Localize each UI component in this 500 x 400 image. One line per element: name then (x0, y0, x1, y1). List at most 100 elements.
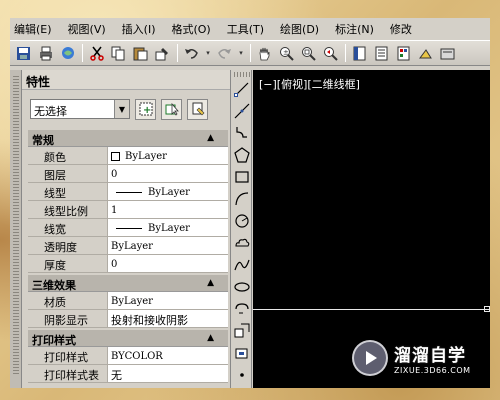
menu-dimension[interactable]: 标注(N) (335, 21, 374, 37)
menubar: 编辑(E) 视图(V) 插入(I) 格式(O) 工具(T) 绘图(D) 标注(N… (10, 20, 490, 38)
redo-icon[interactable] (215, 44, 234, 63)
prop-value[interactable]: 无 (108, 365, 228, 382)
design-center-icon[interactable] (372, 44, 391, 63)
prop-row-layer[interactable]: 图层 0 (28, 165, 228, 183)
toolbar-separator (177, 44, 178, 62)
prop-value[interactable]: ByLayer (108, 183, 228, 200)
prop-name: 材质 (28, 292, 108, 309)
polyline-icon[interactable] (233, 124, 251, 142)
collapse-icon[interactable]: ▲ (207, 333, 214, 343)
rectangle-icon[interactable] (233, 168, 251, 186)
prop-name: 厚度 (28, 255, 108, 272)
properties-palette: 特性 无选择 ▼ + 常规 ▲ 颜色 ByLayer 图层 0 线型 ByLay… (22, 70, 230, 388)
section-title: 三维效果 (32, 279, 76, 292)
prop-row-plot-style[interactable]: 打印样式 BYCOLOR (28, 347, 228, 365)
undo-dropdown-icon[interactable]: ▾ (204, 44, 212, 63)
cut-icon[interactable] (87, 44, 106, 63)
ellipse-icon[interactable] (233, 278, 251, 296)
menu-tools[interactable]: 工具(T) (227, 21, 264, 37)
viewport-controls-label[interactable]: [−][俯视][二维线框] (259, 76, 360, 92)
prop-name: 线型 (28, 183, 108, 200)
menu-view[interactable]: 视图(V) (68, 21, 106, 37)
selection-row: 无选择 ▼ + (30, 98, 208, 120)
zoom-window-icon[interactable] (299, 44, 318, 63)
point-icon[interactable] (233, 366, 251, 384)
sheet-set-icon[interactable] (416, 44, 435, 63)
menu-modify[interactable]: 修改 (390, 21, 412, 37)
prop-value[interactable]: 0 (108, 255, 228, 272)
prop-value-text: ByLayer (148, 223, 190, 234)
circle-icon[interactable] (233, 212, 251, 230)
prop-value[interactable]: 投射和接收阴影 (108, 310, 228, 327)
prop-value-text: ByLayer (148, 187, 190, 198)
prop-row-color[interactable]: 颜色 ByLayer (28, 147, 228, 165)
section-general[interactable]: 常规 ▲ (28, 130, 228, 147)
prop-value[interactable]: 1 (108, 201, 228, 218)
match-properties-icon[interactable] (153, 44, 172, 63)
toolbar-separator (82, 44, 83, 62)
save-icon[interactable] (14, 44, 33, 63)
prop-row-plot-style-table[interactable]: 打印样式表 无 (28, 365, 228, 383)
chevron-down-icon[interactable]: ▼ (114, 100, 129, 118)
prop-value[interactable]: 0 (108, 165, 228, 182)
section-title: 常规 (32, 134, 54, 147)
quick-select-icon[interactable] (187, 98, 208, 120)
section-3d-effects[interactable]: 三维效果 ▲ (28, 275, 228, 292)
menu-edit[interactable]: 编辑(E) (14, 21, 52, 37)
lineweight-sample-icon (116, 228, 142, 229)
prop-row-shadow-display[interactable]: 阴影显示 投射和接收阴影 (28, 310, 228, 328)
zoom-realtime-icon[interactable]: ± (277, 44, 296, 63)
watermark-subtitle: ZIXUE.3D66.COM (394, 366, 471, 375)
prop-value[interactable]: ByLayer (108, 292, 228, 309)
ellipse-arc-icon[interactable] (233, 300, 251, 318)
copy-icon[interactable] (109, 44, 128, 63)
standard-toolbar: ▾ ▾ ± (10, 40, 490, 66)
construction-line-icon[interactable] (233, 102, 251, 120)
selection-dropdown[interactable]: 无选择 ▼ (30, 99, 130, 119)
menu-insert[interactable]: 插入(I) (122, 21, 156, 37)
arc-icon[interactable] (233, 190, 251, 208)
insert-block-icon[interactable] (233, 322, 251, 340)
palette-grip[interactable] (13, 76, 19, 376)
publish-icon[interactable] (58, 44, 77, 63)
prop-name: 阴影显示 (28, 310, 108, 327)
revision-cloud-icon[interactable] (233, 234, 251, 252)
collapse-icon[interactable]: ▲ (207, 133, 214, 143)
tool-palettes-icon[interactable] (394, 44, 413, 63)
section-plot-style[interactable]: 打印样式 ▲ (28, 330, 228, 347)
line-icon[interactable] (233, 80, 251, 98)
polygon-icon[interactable] (233, 146, 251, 164)
spline-icon[interactable] (233, 256, 251, 274)
make-block-icon[interactable] (233, 344, 251, 362)
prop-value[interactable]: BYCOLOR (108, 347, 228, 364)
prop-value-text: ByLayer (125, 151, 167, 162)
undo-icon[interactable] (182, 44, 201, 63)
prop-value[interactable]: ByLayer (108, 147, 228, 164)
prop-row-transparency[interactable]: 透明度 ByLayer (28, 237, 228, 255)
prop-value[interactable]: ByLayer (108, 237, 228, 254)
select-objects-icon[interactable] (161, 98, 182, 120)
properties-icon[interactable] (350, 44, 369, 63)
prop-name: 颜色 (28, 147, 108, 164)
toggle-pickadd-icon[interactable]: + (135, 98, 156, 120)
selection-value: 无选择 (34, 105, 67, 118)
paste-icon[interactable] (131, 44, 150, 63)
pan-icon[interactable] (255, 44, 274, 63)
toolbar-grip[interactable] (234, 72, 250, 77)
prop-row-lineweight[interactable]: 线宽 ByLayer (28, 219, 228, 237)
prop-row-linetype-scale[interactable]: 线型比例 1 (28, 201, 228, 219)
svg-text:±: ± (283, 48, 289, 56)
prop-row-linetype[interactable]: 线型 ByLayer (28, 183, 228, 201)
menu-format[interactable]: 格式(O) (171, 21, 210, 37)
prop-row-thickness[interactable]: 厚度 0 (28, 255, 228, 273)
markup-set-icon[interactable] (438, 44, 457, 63)
menu-draw[interactable]: 绘图(D) (280, 21, 319, 37)
prop-value[interactable]: ByLayer (108, 219, 228, 236)
palette-side-strip[interactable] (10, 70, 22, 388)
plot-icon[interactable] (36, 44, 55, 63)
zoom-previous-icon[interactable] (321, 44, 340, 63)
prop-name: 线宽 (28, 219, 108, 236)
prop-row-material[interactable]: 材质 ByLayer (28, 292, 228, 310)
redo-dropdown-icon[interactable]: ▾ (237, 44, 245, 63)
collapse-icon[interactable]: ▲ (207, 278, 214, 288)
